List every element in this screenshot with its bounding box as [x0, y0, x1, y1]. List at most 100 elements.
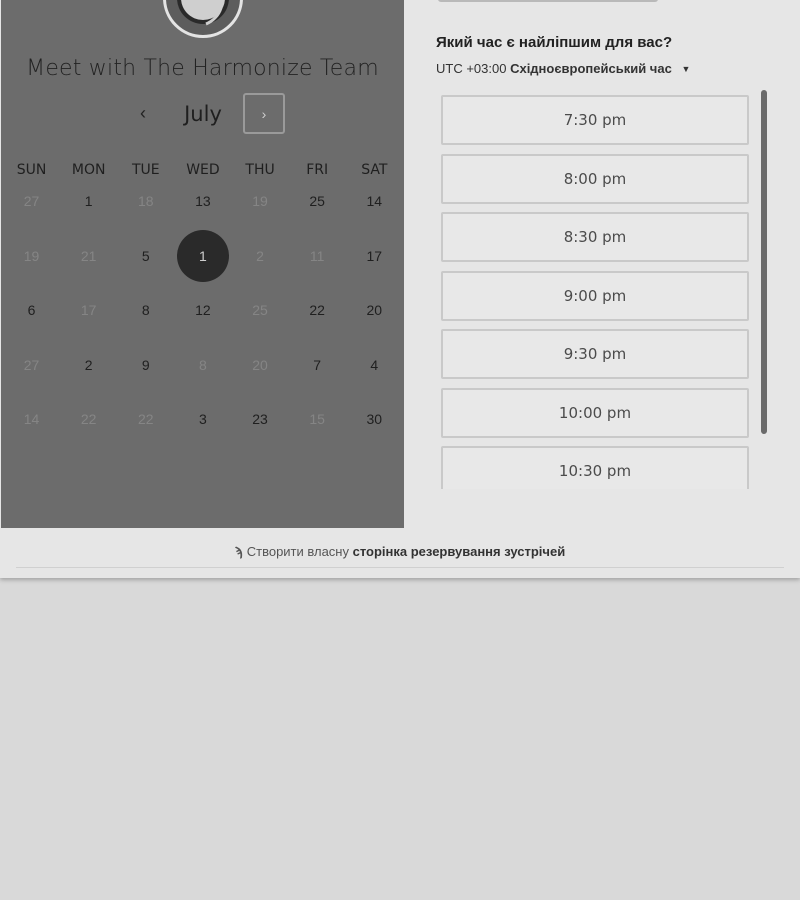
calendar-grid: 27 1 18 13 19 25 14 19 21 5 1 2 11 17 6 17 8 12 25 22 20 27 2 9…	[3, 174, 403, 447]
calendar-week: 27 1 18 13 19 25 14	[3, 174, 403, 229]
footer-text: ϡ Створити власну сторінка резервування з…	[0, 544, 800, 559]
calendar-day-number: 8	[199, 356, 207, 373]
calendar-day-number: 4	[370, 356, 379, 373]
calendar-day-number: 20	[252, 356, 268, 373]
calendar-day-number: 23	[252, 411, 268, 428]
calendar-day-number: 1	[176, 229, 229, 282]
calendar-day: 15	[289, 392, 346, 447]
calendar-day[interactable]: 13	[174, 174, 231, 229]
loading-bar	[438, 0, 658, 2]
calendar-day: 19	[232, 174, 289, 229]
time-slot-button[interactable]: 10:30 pm	[441, 446, 749, 489]
calendar-day-number: 18	[138, 193, 154, 210]
calendar-day-number: 14	[366, 193, 383, 210]
calendar-day-number: 25	[309, 193, 325, 210]
calendar-day-number: 2	[84, 356, 93, 373]
calendar-week: 6 17 8 12 25 22 20	[3, 283, 403, 338]
time-slot-button[interactable]: 8:00 pm	[441, 153, 749, 204]
time-slot-button[interactable]: 10:00 pm	[441, 387, 749, 438]
calendar-day-number: 11	[309, 247, 325, 264]
calendar-day-number: 22	[309, 302, 325, 319]
time-slot-button[interactable]: 9:00 pm	[441, 270, 749, 321]
calendar-week: 14 22 22 3 23 15 30	[3, 392, 403, 447]
calendar-day-selected[interactable]: 1	[174, 229, 231, 284]
calendar-day-number: 13	[195, 193, 211, 210]
calendar-day-number: 5	[141, 247, 150, 264]
next-month-button[interactable]: ›	[243, 93, 285, 134]
calendar-day-number: 17	[80, 302, 97, 319]
timezone-offset: UTC +03:00	[436, 61, 507, 76]
create-booking-page-link[interactable]: сторінка резервування зустрічей	[353, 544, 566, 559]
calendar-day-number: 22	[138, 411, 154, 428]
calendar-day-number: 8	[141, 302, 150, 319]
booking-widget: Meet with The Harmonize Team ‹ July › SU…	[0, 0, 800, 578]
calendar-day-number: 2	[256, 247, 264, 264]
calendar-day-number: 27	[23, 193, 40, 210]
calendar-day-number: 3	[199, 411, 207, 428]
calendar-day[interactable]: 23	[232, 392, 289, 447]
calendar-day: 25	[232, 283, 289, 338]
time-slot-button[interactable]: 7:30 pm	[441, 95, 749, 145]
calendar-day-number: 15	[309, 411, 325, 428]
calendar-day-number: 14	[23, 411, 40, 428]
calendar-day: 27	[3, 174, 60, 229]
timezone-name: Східноєвропейський час	[510, 61, 672, 76]
calendar-week: 27 2 9 8 20 7 4	[3, 338, 403, 393]
calendar-day[interactable]: 17	[346, 229, 403, 284]
calendar-day[interactable]: 2	[60, 338, 117, 393]
timezone-dropdown[interactable]: UTC +03:00 Східноєвропейський час ▼	[436, 61, 690, 76]
calendar-day: 21	[60, 229, 117, 284]
calendar-day: 2	[232, 229, 289, 284]
time-slot-button[interactable]: 9:30 pm	[441, 329, 749, 379]
previous-month-button[interactable]: ‹	[125, 94, 161, 132]
chevron-right-icon: ›	[261, 105, 267, 122]
calendar-day[interactable]: 5	[117, 229, 174, 284]
calendar-day[interactable]: 12	[174, 283, 231, 338]
calendar-day-number: 17	[366, 247, 383, 264]
calendar-day-number: 12	[195, 302, 211, 319]
calendar-day[interactable]: 9	[117, 338, 174, 393]
calendar-panel: Meet with The Harmonize Team ‹ July › SU…	[1, 0, 404, 528]
avatar	[163, 0, 243, 38]
calendar-day-number: 6	[27, 302, 36, 319]
footer: ϡ Створити власну сторінка резервування з…	[0, 529, 800, 578]
footer-prefix: Створити власну	[246, 544, 349, 559]
scrollbar[interactable]	[761, 90, 767, 434]
calendar-day: 27	[3, 338, 60, 393]
calendar-day[interactable]: 3	[174, 392, 231, 447]
month-navigation: ‹ July ›	[1, 92, 404, 136]
calendar-day[interactable]: 30	[346, 392, 403, 447]
calendar-day: 18	[117, 174, 174, 229]
calendar-day[interactable]: 25	[289, 174, 346, 229]
time-slot-list: 7:30 pm 8:00 pm 8:30 pm 9:00 pm 9:30 pm 10:00…	[436, 91, 756, 489]
sprocket-icon: ϡ	[234, 544, 243, 559]
calendar-day: 20	[232, 338, 289, 393]
calendar-day-number: 25	[252, 302, 268, 319]
calendar-day: 11	[289, 229, 346, 284]
calendar-day[interactable]: 22	[289, 283, 346, 338]
calendar-day-number: 21	[80, 247, 97, 264]
calendar-day-number: 19	[23, 247, 40, 264]
calendar-day[interactable]: 7	[289, 338, 346, 393]
calendar-day[interactable]: 6	[3, 283, 60, 338]
calendar-day-number: 19	[252, 193, 268, 210]
month-label: July	[184, 102, 222, 126]
caret-down-icon: ▼	[681, 64, 691, 74]
calendar-day: 17	[60, 283, 117, 338]
calendar-week: 19 21 5 1 2 11 17	[3, 229, 403, 284]
calendar-day[interactable]: 4	[346, 338, 403, 393]
calendar-day-number: 1	[84, 193, 93, 210]
calendar-day[interactable]: 14	[346, 174, 403, 229]
calendar-day-number: 7	[313, 356, 322, 373]
footer-divider	[16, 567, 784, 568]
calendar-day-number: 30	[366, 411, 383, 428]
calendar-day[interactable]: 20	[346, 283, 403, 338]
chevron-left-icon: ‹	[140, 102, 146, 123]
calendar-day[interactable]: 8	[117, 283, 174, 338]
calendar-day[interactable]: 1	[60, 174, 117, 229]
calendar-day: 22	[60, 392, 117, 447]
time-slot-button[interactable]: 8:30 pm	[441, 212, 749, 262]
time-panel: Який час є найліпшим для вас? UTC +03:00…	[404, 0, 800, 528]
page-title: Meet with The Harmonize Team	[26, 56, 379, 81]
calendar-day: 19	[3, 229, 60, 284]
